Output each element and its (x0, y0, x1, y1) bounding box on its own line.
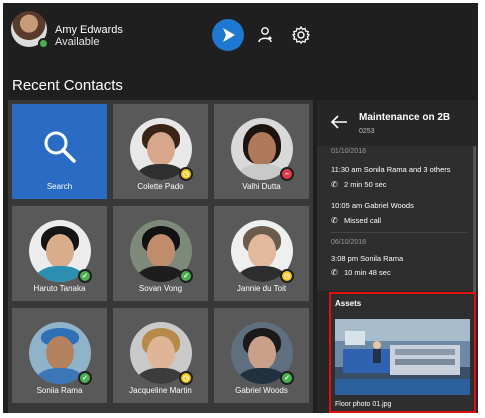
section-title: Recent Contacts (12, 77, 123, 94)
asset-photo-thumbnail[interactable] (335, 319, 470, 395)
assets-section: Assets Floor photo 01.jpg (329, 292, 476, 413)
away-status-icon: ◷ (179, 167, 193, 181)
phone-icon: ✆ (331, 268, 338, 277)
search-tile[interactable]: Search (12, 104, 107, 199)
app-window: Amy Edwards Available Recent Contacts Se… (3, 3, 478, 413)
contact-tile[interactable]: ◷ Jannie du Toit (214, 206, 309, 301)
contact-tile[interactable]: ◷ Colette Pado (113, 104, 208, 199)
contact-name: Haruto Tanaka (33, 284, 86, 293)
search-tile-label: Search (46, 182, 73, 191)
feed-call[interactable]: ✆ 10 min 48 sec (331, 268, 391, 277)
my-status: Available (55, 36, 100, 48)
contact-name: Jannie du Toit (236, 284, 287, 293)
contact-tile[interactable]: ✓ Soniia Rama (12, 308, 107, 403)
available-status-icon: ✓ (78, 269, 92, 283)
scrollbar[interactable] (473, 146, 476, 296)
divider (331, 232, 467, 233)
available-status-icon: ✓ (78, 371, 92, 385)
busy-status-icon: – (280, 167, 294, 181)
phone-icon: ✆ (331, 180, 338, 189)
back-arrow-icon[interactable] (329, 114, 349, 130)
my-presence-badge (38, 38, 49, 49)
factory-photo (335, 319, 470, 395)
main-action-button[interactable] (212, 19, 244, 51)
contact-tile[interactable]: ✓ Sovan Vong (113, 206, 208, 301)
panel-header: Maintenance on 2B 0253 (317, 100, 478, 146)
feed-missed[interactable]: ✆ Missed call (331, 216, 381, 225)
person-transfer-icon[interactable] (255, 25, 275, 45)
contact-name: Gabriel Woods (235, 386, 288, 395)
contact-name: Soniia Rama (36, 386, 83, 395)
feed-date: 01/10/2018 (331, 148, 367, 155)
search-icon (44, 131, 76, 163)
feed-entry[interactable]: 3:08 pm Sonila Rama (331, 254, 403, 263)
available-status-icon: ✓ (280, 371, 294, 385)
feed-date: 06/10/2018 (331, 239, 367, 246)
panel-title: Maintenance on 2B (359, 112, 451, 123)
feed-call[interactable]: ✆ 2 min 50 sec (331, 180, 387, 189)
recent-contacts-grid: Search ◷ Colette Pado – Valhi Dutta ✓ Ha… (8, 100, 313, 413)
activity-feed[interactable]: 01/10/2018 11:30 am Sonila Rama and 3 ot… (317, 146, 478, 291)
contact-tile[interactable]: ✓ Haruto Tanaka (12, 206, 107, 301)
assets-title: Assets (335, 299, 362, 308)
missed-call-text: Missed call (344, 216, 382, 225)
my-name: Amy Edwards (55, 24, 123, 36)
contact-name: Colette Pado (137, 182, 184, 191)
panel-subtitle: 0253 (359, 128, 375, 135)
contact-name: Sovan Vong (138, 284, 183, 293)
call-duration: 10 min 48 sec (344, 268, 391, 277)
feed-entry[interactable]: 10:05 am Gabriel Woods (331, 201, 414, 210)
feed-entry[interactable]: 11:30 am Sonila Rama and 3 others (331, 165, 451, 174)
contact-name: Jacqueline Martin (129, 386, 192, 395)
available-status-icon: ✓ (179, 269, 193, 283)
contact-name: Valhi Dutta (242, 182, 281, 191)
contact-tile[interactable]: – Valhi Dutta (214, 104, 309, 199)
away-status-icon: ◷ (179, 371, 193, 385)
contact-tile[interactable]: ✓ Gabriel Woods (214, 308, 309, 403)
missed-call-icon: ✆ (331, 216, 338, 225)
gear-icon[interactable] (291, 25, 311, 45)
call-duration: 2 min 50 sec (344, 180, 387, 189)
header: Amy Edwards Available (3, 3, 478, 65)
away-status-icon: ◷ (280, 269, 294, 283)
play-arrow-icon (223, 28, 235, 42)
contact-tile[interactable]: ◷ Jacqueline Martin (113, 308, 208, 403)
asset-file-name[interactable]: Floor photo 01.jpg (335, 401, 391, 408)
conversation-panel: Maintenance on 2B 0253 01/10/2018 11:30 … (317, 100, 478, 413)
